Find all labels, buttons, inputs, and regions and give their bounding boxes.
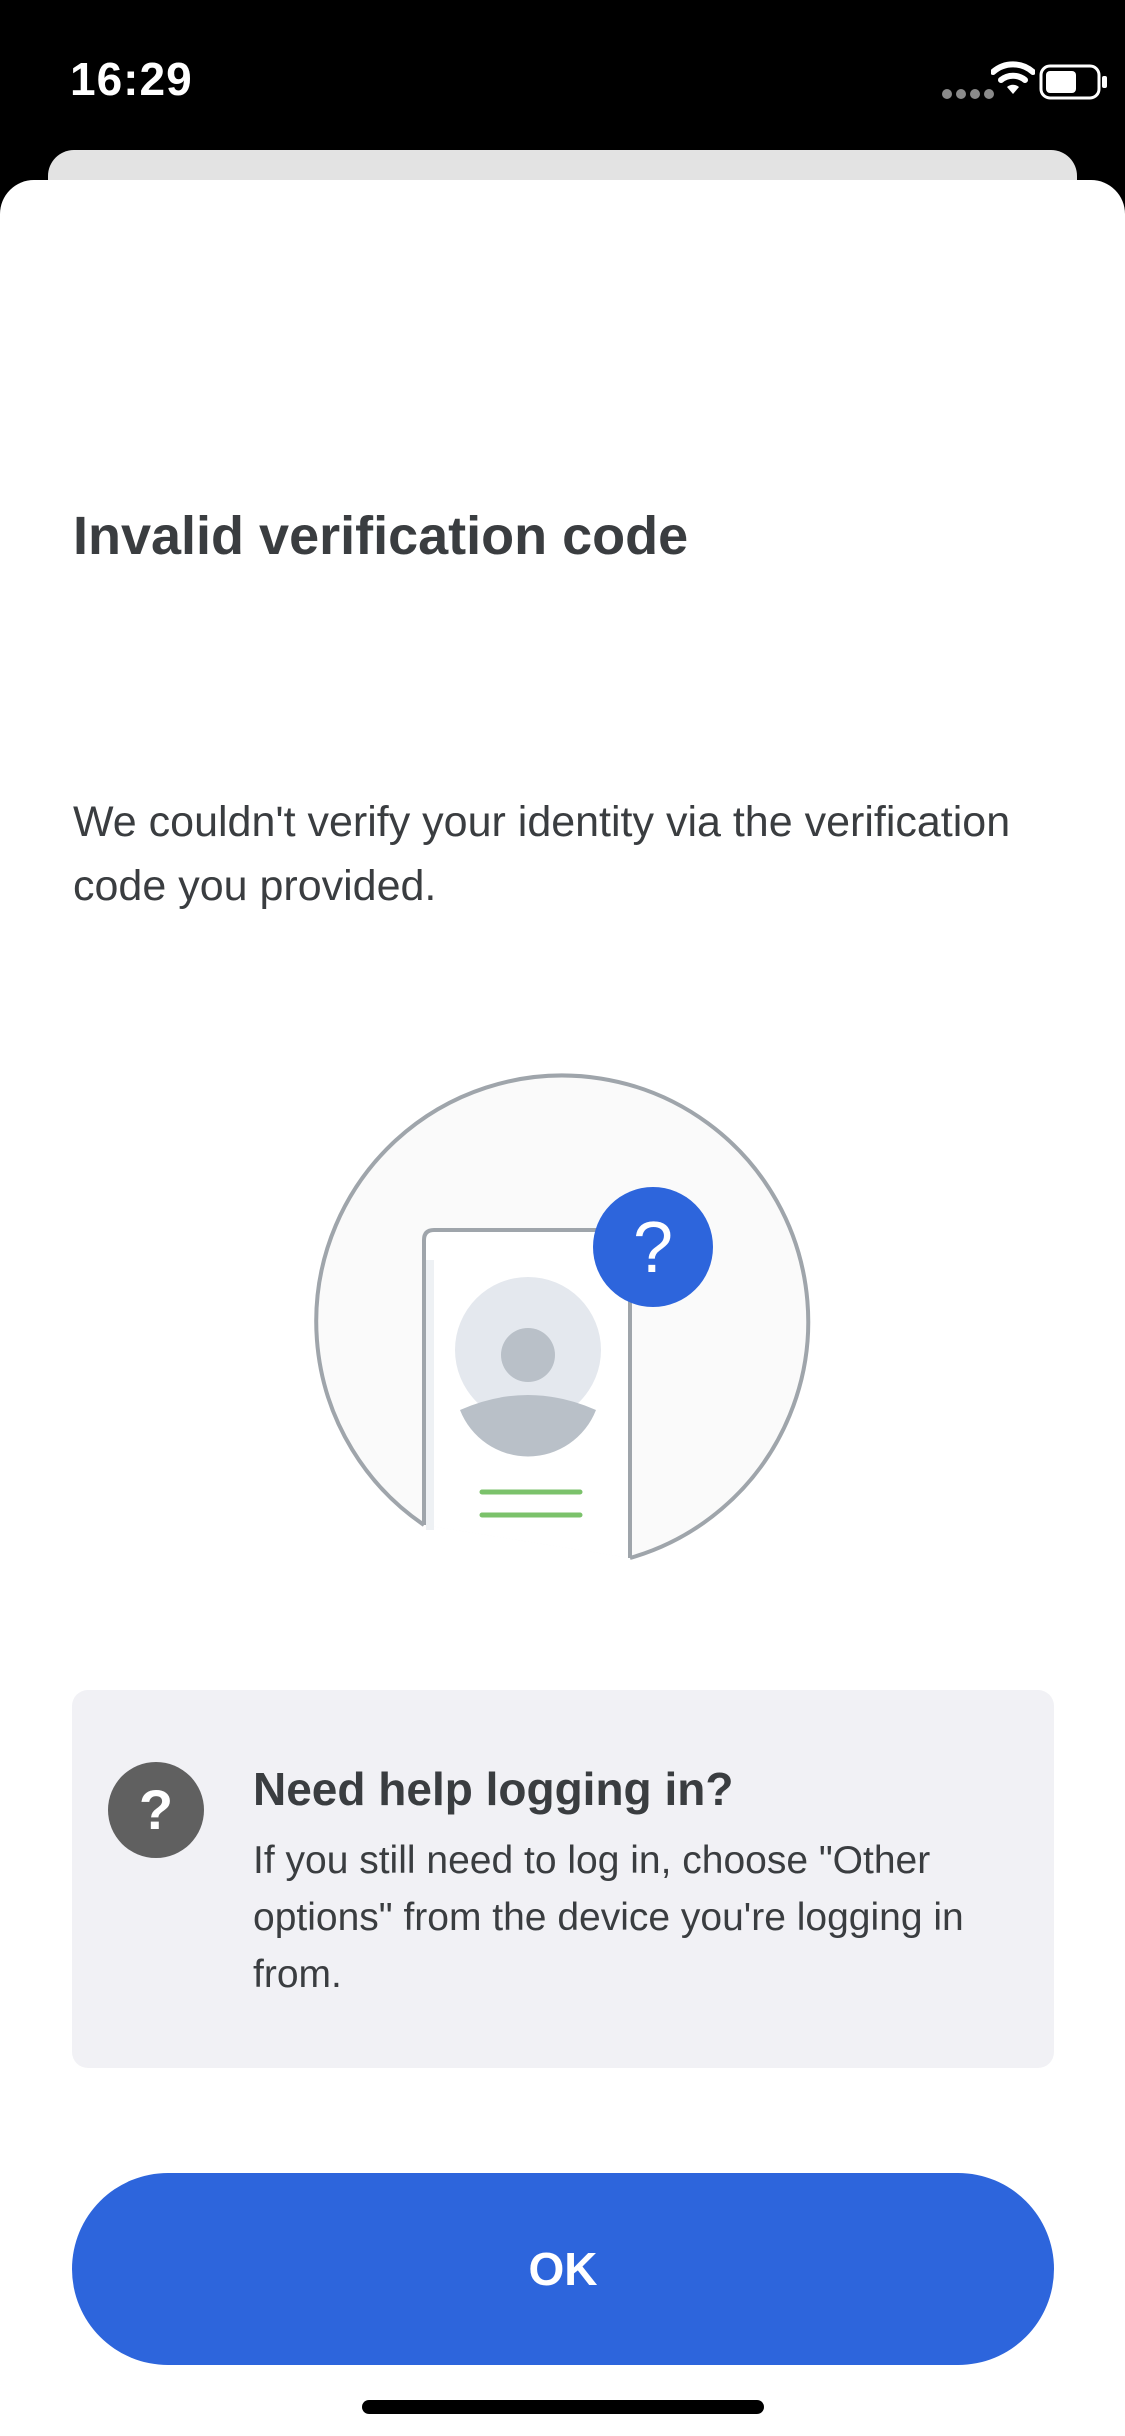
help-card: ? Need help logging in? If you still nee…: [72, 1690, 1054, 2068]
status-time: 16:29: [70, 53, 193, 105]
help-body: If you still need to log in, choose "Oth…: [253, 1839, 964, 1996]
help-title: Need help logging in?: [253, 1763, 734, 1815]
dialog-message: We couldn't verify your identity via the…: [73, 798, 1011, 910]
identity-question-illustration: ?: [314, 1073, 811, 1560]
wifi-icon: [991, 61, 1035, 94]
battery-icon: [1039, 64, 1107, 100]
status-bar: 16:29: [0, 0, 1125, 150]
cellular-signal-icon: [942, 89, 994, 99]
svg-text:?: ?: [633, 1208, 673, 1288]
ok-button[interactable]: OK: [72, 2173, 1054, 2365]
question-icon: ?: [108, 1762, 204, 1858]
dialog-title: Invalid verification code: [73, 506, 689, 566]
home-indicator[interactable]: [362, 2400, 764, 2414]
